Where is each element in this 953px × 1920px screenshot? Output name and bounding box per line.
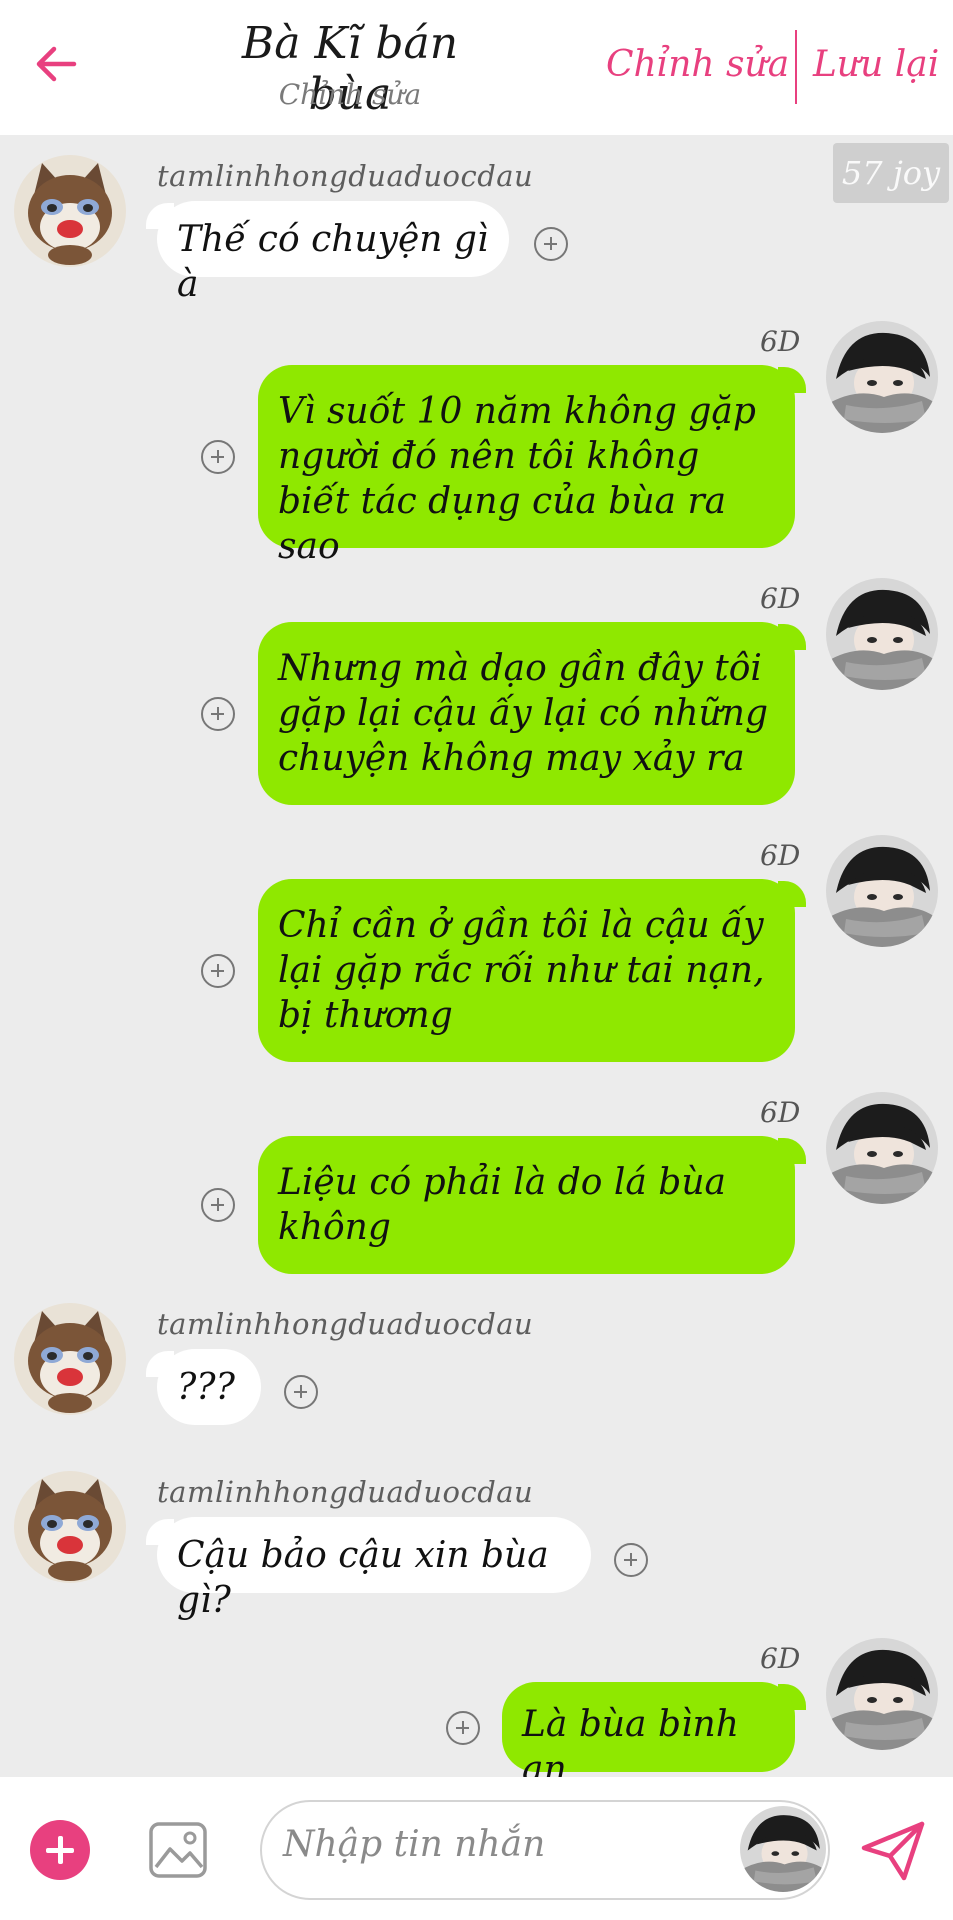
- page-subtitle: Chỉnh sửa: [278, 78, 422, 111]
- react-plus-icon[interactable]: [284, 1375, 318, 1409]
- message-bubble[interactable]: Là bùa bình an: [502, 1682, 795, 1777]
- sender-name: tamlinhhongduaduocdau: [157, 159, 534, 193]
- chat-area[interactable]: 57 joy tamlinhhongduaduocdau Thế có chuy…: [0, 135, 953, 1777]
- react-plus-icon[interactable]: [446, 1711, 480, 1745]
- arrow-left-icon[interactable]: [30, 38, 82, 90]
- time-label: 6D: [760, 582, 801, 615]
- time-label: 6D: [760, 325, 801, 358]
- time-label: 6D: [760, 1642, 801, 1675]
- my-avatar[interactable]: [826, 1638, 938, 1750]
- sender-name: tamlinhhongduaduocdau: [157, 1475, 534, 1509]
- persona-avatar[interactable]: [740, 1806, 826, 1892]
- time-label: 6D: [760, 839, 801, 872]
- message-bubble[interactable]: ???: [157, 1349, 261, 1425]
- react-plus-icon[interactable]: [614, 1543, 648, 1577]
- react-plus-icon[interactable]: [201, 697, 235, 731]
- send-icon[interactable]: [860, 1820, 926, 1882]
- image-icon[interactable]: [148, 1821, 208, 1879]
- message-bubble[interactable]: Chỉ cần ở gần tôi là cậu ấy lại gặp rắc …: [258, 879, 795, 1062]
- react-plus-icon[interactable]: [201, 954, 235, 988]
- sender-avatar[interactable]: [14, 1471, 126, 1583]
- plus-circle-icon[interactable]: [30, 1820, 90, 1880]
- time-label: 6D: [760, 1096, 801, 1129]
- message-bubble[interactable]: Thế có chuyện gì à: [157, 201, 509, 305]
- message-bubble[interactable]: Vì suốt 10 năm không gặp người đó nên tô…: [258, 365, 795, 567]
- message-bubble[interactable]: Nhưng mà dạo gần đây tôi gặp lại cậu ấy …: [258, 622, 795, 805]
- message-bubble[interactable]: Cậu bảo cậu xin bùa gì?: [157, 1517, 591, 1621]
- my-avatar[interactable]: [826, 1092, 938, 1204]
- my-avatar[interactable]: [826, 835, 938, 947]
- react-plus-icon[interactable]: [534, 227, 568, 261]
- sender-name: tamlinhhongduaduocdau: [157, 1307, 534, 1341]
- sender-avatar[interactable]: [14, 155, 126, 267]
- sender-avatar[interactable]: [14, 1303, 126, 1415]
- header-divider: [795, 30, 797, 104]
- message-input-placeholder[interactable]: Nhập tin nhắn: [283, 1824, 545, 1865]
- my-avatar[interactable]: [826, 321, 938, 433]
- my-avatar[interactable]: [826, 578, 938, 690]
- message-bubble[interactable]: Liệu có phải là do lá bùa không: [258, 1136, 795, 1274]
- edit-button[interactable]: Chỉnh sửa: [606, 44, 789, 85]
- react-plus-icon[interactable]: [201, 440, 235, 474]
- joy-badge: 57 joy: [833, 143, 949, 203]
- react-plus-icon[interactable]: [201, 1188, 235, 1222]
- save-button[interactable]: Lưu lại: [813, 44, 939, 85]
